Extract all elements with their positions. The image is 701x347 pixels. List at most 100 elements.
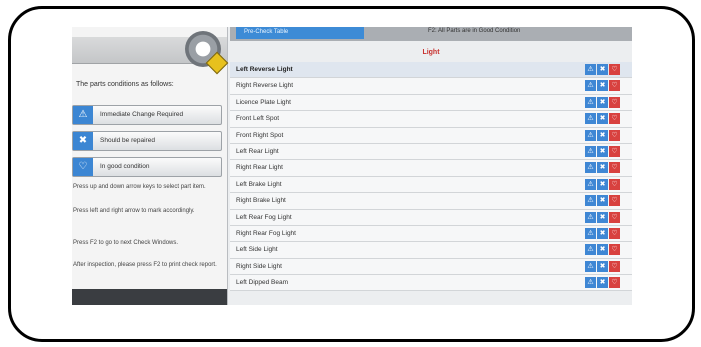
legend-label: In good condition	[100, 163, 150, 170]
change-required-button[interactable]: ⚠	[585, 145, 596, 157]
good-condition-button[interactable]: ♡	[609, 129, 620, 141]
condition-buttons: ⚠ ✖ ♡	[585, 244, 620, 256]
repair-button[interactable]: ✖	[597, 277, 608, 289]
repair-button[interactable]: ✖	[597, 195, 608, 207]
change-required-button[interactable]: ⚠	[585, 244, 596, 256]
change-required-button[interactable]: ⚠	[585, 129, 596, 141]
section-title: Light	[422, 49, 440, 56]
repair-button[interactable]: ✖	[597, 145, 608, 157]
repair-button[interactable]: ✖	[597, 162, 608, 174]
list-item[interactable]: Left Dipped Beam ⚠ ✖ ♡	[230, 275, 632, 292]
repair-button[interactable]: ✖	[597, 80, 608, 92]
good-condition-button[interactable]: ♡	[609, 277, 620, 289]
top-bar: Pre-Check Table F2: All Parts are in Goo…	[230, 27, 632, 41]
list-item[interactable]: Licence Plate Light ⚠ ✖ ♡	[230, 94, 632, 112]
part-name: Left Brake Light	[236, 180, 282, 188]
list-item[interactable]: Left Rear Light ⚠ ✖ ♡	[230, 143, 632, 161]
repair-button[interactable]: ✖	[597, 178, 608, 190]
legend-immediate-change: ⚠ Immediate Change Required	[72, 105, 222, 125]
good-condition-button[interactable]: ♡	[609, 64, 620, 75]
condition-buttons: ⚠ ✖ ♡	[585, 277, 620, 289]
intro-text: The parts conditions as follows:	[76, 81, 174, 88]
legend-should-repair: ✖ Should be repaired	[72, 131, 222, 151]
part-name: Left Dipped Beam	[236, 279, 289, 287]
parts-list: Left Reverse Light ⚠ ✖ ♡ Right Reverse Light…	[230, 62, 632, 292]
good-condition-button[interactable]: ♡	[609, 96, 620, 108]
legend-good-condition: ♡ In good condition	[72, 157, 222, 177]
status-text: F2: All Parts are in Good Condition	[428, 28, 521, 34]
good-condition-button[interactable]: ♡	[609, 178, 620, 190]
panel-footer	[72, 289, 227, 305]
good-condition-button[interactable]: ♡	[609, 244, 620, 256]
list-item[interactable]: Front Right Spot ⚠ ✖ ♡	[230, 127, 632, 144]
list-item[interactable]: Right Reverse Light ⚠ ✖ ♡	[230, 78, 632, 95]
help-panel: The parts conditions as follows: ⚠ Immed…	[72, 27, 229, 305]
legend-label: Should be repaired	[100, 137, 155, 144]
change-required-button[interactable]: ⚠	[585, 80, 596, 92]
condition-buttons: ⚠ ✖ ♡	[585, 195, 620, 207]
good-condition-button[interactable]: ♡	[609, 145, 620, 157]
part-name: Right Rear Fog Light	[236, 229, 296, 237]
repair-button[interactable]: ✖	[597, 244, 608, 256]
change-required-button[interactable]: ⚠	[585, 162, 596, 174]
good-condition-button[interactable]: ♡	[609, 211, 620, 223]
list-item[interactable]: Left Brake Light ⚠ ✖ ♡	[230, 176, 632, 194]
list-item[interactable]: Front Left Spot ⚠ ✖ ♡	[230, 111, 632, 128]
change-required-button[interactable]: ⚠	[585, 178, 596, 190]
heart-icon: ♡	[73, 158, 93, 176]
condition-buttons: ⚠ ✖ ♡	[585, 129, 620, 141]
good-condition-button[interactable]: ♡	[609, 260, 620, 272]
help-text: After inspection, please press F2 to pri…	[73, 262, 217, 268]
condition-buttons: ⚠ ✖ ♡	[585, 178, 620, 190]
list-item[interactable]: Left Side Light ⚠ ✖ ♡	[230, 242, 632, 259]
repair-button[interactable]: ✖	[597, 211, 608, 223]
part-name: Right Reverse Light	[236, 82, 294, 90]
condition-buttons: ⚠ ✖ ♡	[585, 145, 620, 157]
change-required-button[interactable]: ⚠	[585, 211, 596, 223]
list-item[interactable]: Right Rear Fog Light ⚠ ✖ ♡	[230, 225, 632, 243]
help-text: Press left and right arrow to mark accor…	[73, 208, 195, 214]
repair-button[interactable]: ✖	[597, 227, 608, 239]
good-condition-button[interactable]: ♡	[609, 227, 620, 239]
part-name: Left Side Light	[236, 246, 278, 254]
repair-button[interactable]: ✖	[597, 96, 608, 108]
help-text: Press up and down arrow keys to select p…	[73, 184, 206, 190]
condition-buttons: ⚠ ✖ ♡	[585, 227, 620, 239]
change-required-button[interactable]: ⚠	[585, 64, 596, 75]
help-text: Press F2 to go to next Check Windows.	[73, 240, 179, 246]
condition-buttons: ⚠ ✖ ♡	[585, 211, 620, 223]
change-required-button[interactable]: ⚠	[585, 227, 596, 239]
change-required-button[interactable]: ⚠	[585, 260, 596, 272]
part-name: Left Rear Fog Light	[236, 213, 292, 221]
part-name: Front Right Spot	[236, 131, 284, 139]
repair-button[interactable]: ✖	[597, 260, 608, 272]
check-window: The parts conditions as follows: ⚠ Immed…	[72, 27, 632, 305]
change-required-button[interactable]: ⚠	[585, 96, 596, 108]
condition-buttons: ⚠ ✖ ♡	[585, 162, 620, 174]
part-name: Front Left Spot	[236, 115, 279, 123]
condition-buttons: ⚠ ✖ ♡	[585, 113, 620, 125]
repair-button[interactable]: ✖	[597, 113, 608, 125]
panel-header	[72, 31, 229, 75]
part-name: Licence Plate Light	[236, 98, 291, 106]
good-condition-button[interactable]: ♡	[609, 195, 620, 207]
change-required-button[interactable]: ⚠	[585, 195, 596, 207]
change-required-button[interactable]: ⚠	[585, 113, 596, 125]
list-item[interactable]: Right Side Light ⚠ ✖ ♡	[230, 258, 632, 276]
list-item[interactable]: Right Rear Light ⚠ ✖ ♡	[230, 160, 632, 177]
tab-pre-check[interactable]: Pre-Check Table	[236, 27, 364, 39]
good-condition-button[interactable]: ♡	[609, 80, 620, 92]
part-name: Right Brake Light	[236, 197, 286, 205]
change-required-button[interactable]: ⚠	[585, 277, 596, 289]
good-condition-button[interactable]: ♡	[609, 113, 620, 125]
good-condition-button[interactable]: ♡	[609, 162, 620, 174]
condition-buttons: ⚠ ✖ ♡	[585, 96, 620, 108]
list-item[interactable]: Right Brake Light ⚠ ✖ ♡	[230, 193, 632, 210]
part-name: Right Side Light	[236, 262, 282, 270]
repair-button[interactable]: ✖	[597, 64, 608, 75]
part-name: Left Reverse Light	[236, 66, 293, 73]
list-item[interactable]: Left Rear Fog Light ⚠ ✖ ♡	[230, 209, 632, 226]
wrench-cross-icon: ✖	[73, 132, 93, 150]
list-item[interactable]: Left Reverse Light ⚠ ✖ ♡	[230, 62, 632, 79]
repair-button[interactable]: ✖	[597, 129, 608, 141]
